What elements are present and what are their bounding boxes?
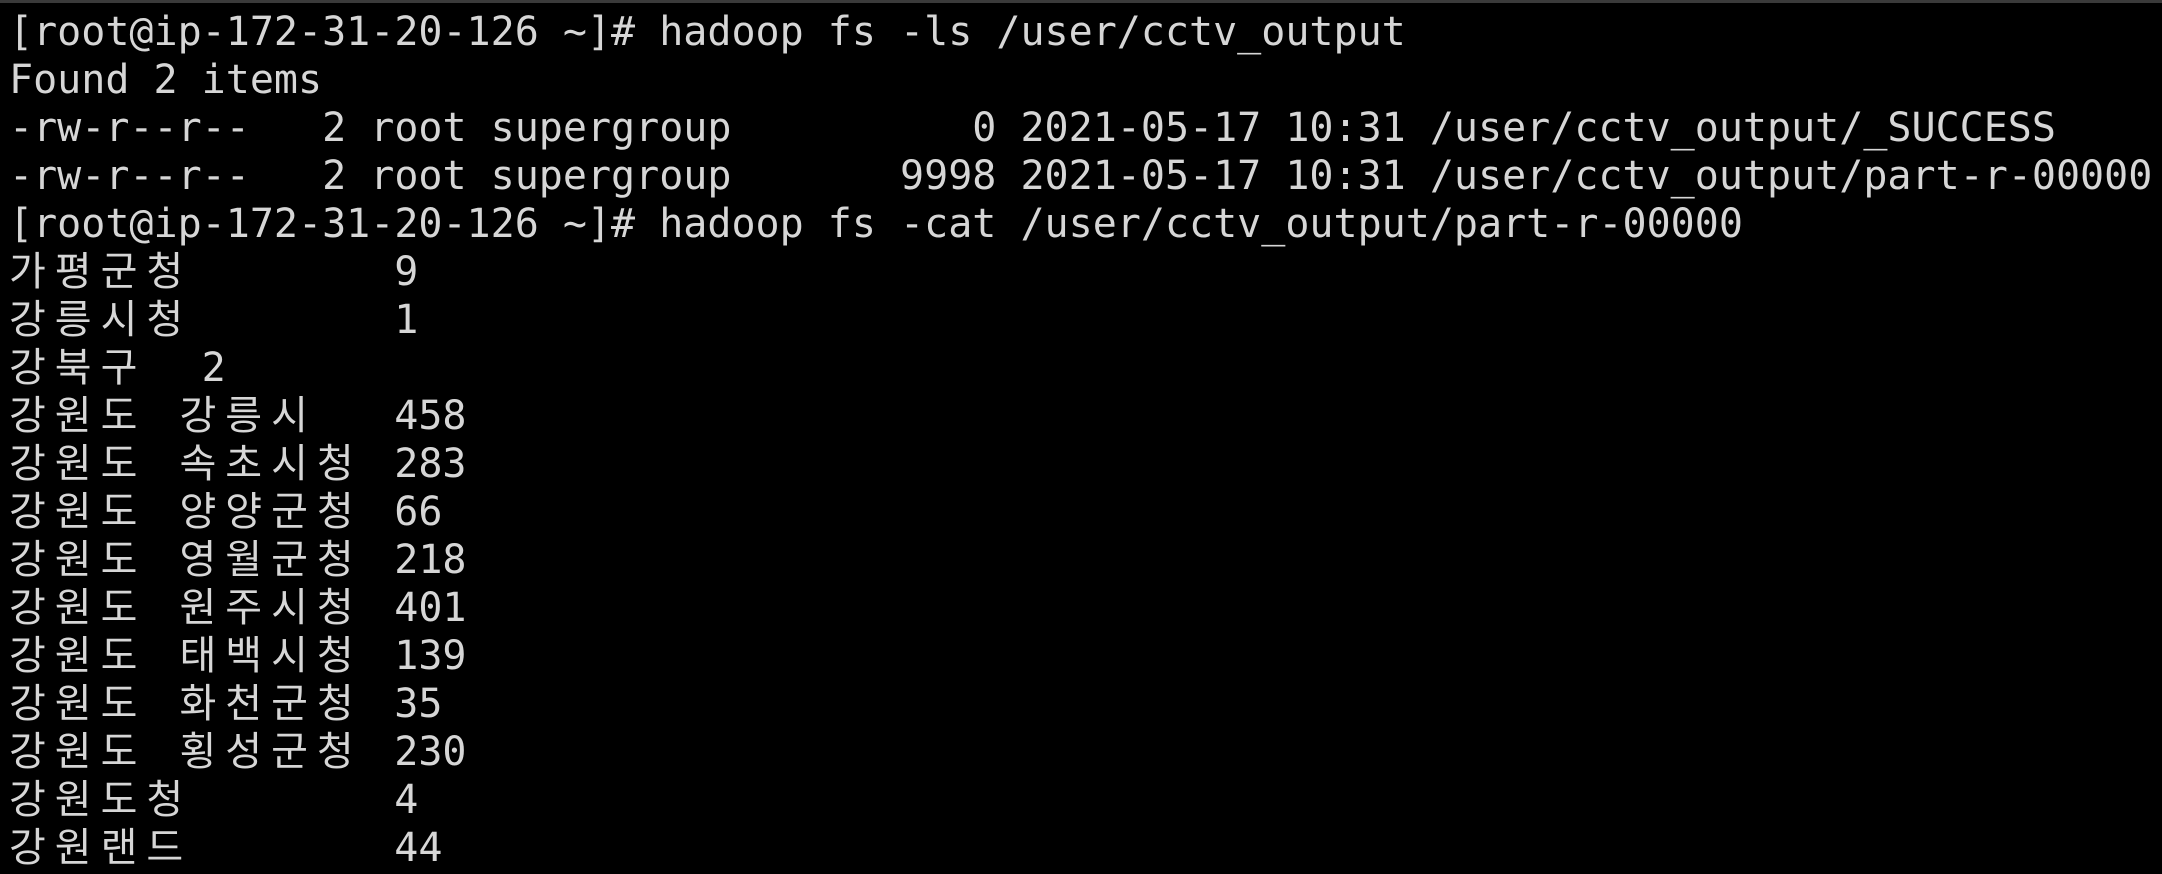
terminal-output[interactable]: [root@ip-172-31-20-126 ~]# hadoop fs -ls…: [9, 8, 2162, 872]
result-count: 401: [394, 585, 467, 631]
window-top-border: [0, 0, 2162, 3]
result-key: 강원도 화천군청: [9, 681, 363, 727]
result-count: 1: [394, 297, 419, 343]
result-key: 가평군청: [9, 249, 193, 295]
result-key: 강릉시청: [9, 297, 193, 343]
result-count: 4: [394, 777, 419, 823]
result-count: 139: [394, 633, 467, 679]
result-row: 강원도 횡성군청 230: [9, 728, 2162, 776]
result-row: 강원도 원주시청 401: [9, 584, 2162, 632]
result-count: 9: [394, 249, 419, 295]
result-key: 강원도 속초시청: [9, 441, 363, 487]
result-row: 강원도 화천군청 35: [9, 680, 2162, 728]
result-key: 강원도 원주시청: [9, 585, 363, 631]
result-key: 강원도 횡성군청: [9, 729, 363, 775]
result-row: 강원도 태백시청 139: [9, 632, 2162, 680]
command-line: [root@ip-172-31-20-126 ~]# hadoop fs -ca…: [9, 201, 1743, 247]
result-key: 강원도청: [9, 777, 193, 823]
result-key: 강원도 양양군청: [9, 489, 363, 535]
result-count: 230: [394, 729, 467, 775]
result-row: 강원도 속초시청 283: [9, 440, 2162, 488]
result-row: 강원도 영월군청 218: [9, 536, 2162, 584]
result-row: 강원도청 4: [9, 776, 2162, 824]
output-line: Found 2 items: [9, 57, 323, 103]
result-key: 강원도 강릉시: [9, 393, 317, 439]
result-count: 218: [394, 537, 467, 583]
result-row: 강원랜드 44: [9, 824, 2162, 872]
result-count: 458: [394, 393, 467, 439]
result-count: 35: [394, 681, 443, 727]
result-rows: 가평군청 9 강릉시청 1 강북구 2 강원도 강릉시 458 강원도 속초시청 283 강원도 양…: [9, 248, 2162, 872]
command-line: [root@ip-172-31-20-126 ~]# hadoop fs -ls…: [9, 9, 1406, 55]
result-key: 강원도 영월군청: [9, 537, 363, 583]
result-key: 강북구: [9, 345, 147, 391]
result-row: 강원도 강릉시 458: [9, 392, 2162, 440]
result-row: 가평군청 9: [9, 248, 2162, 296]
result-row: 강원도 양양군청 66: [9, 488, 2162, 536]
result-row: 강북구 2: [9, 344, 2162, 392]
result-count: 66: [394, 489, 443, 535]
file-listing-row: -rw-r--r-- 2 root supergroup 0 2021-05-1…: [9, 105, 2056, 151]
result-count: 44: [394, 825, 443, 871]
result-key: 강원랜드: [9, 825, 193, 871]
result-row: 강릉시청 1: [9, 296, 2162, 344]
result-key: 강원도 태백시청: [9, 633, 363, 679]
file-listing-row: -rw-r--r-- 2 root supergroup 9998 2021-0…: [9, 153, 2153, 199]
result-count: 2: [201, 345, 226, 391]
result-count: 283: [394, 441, 467, 487]
